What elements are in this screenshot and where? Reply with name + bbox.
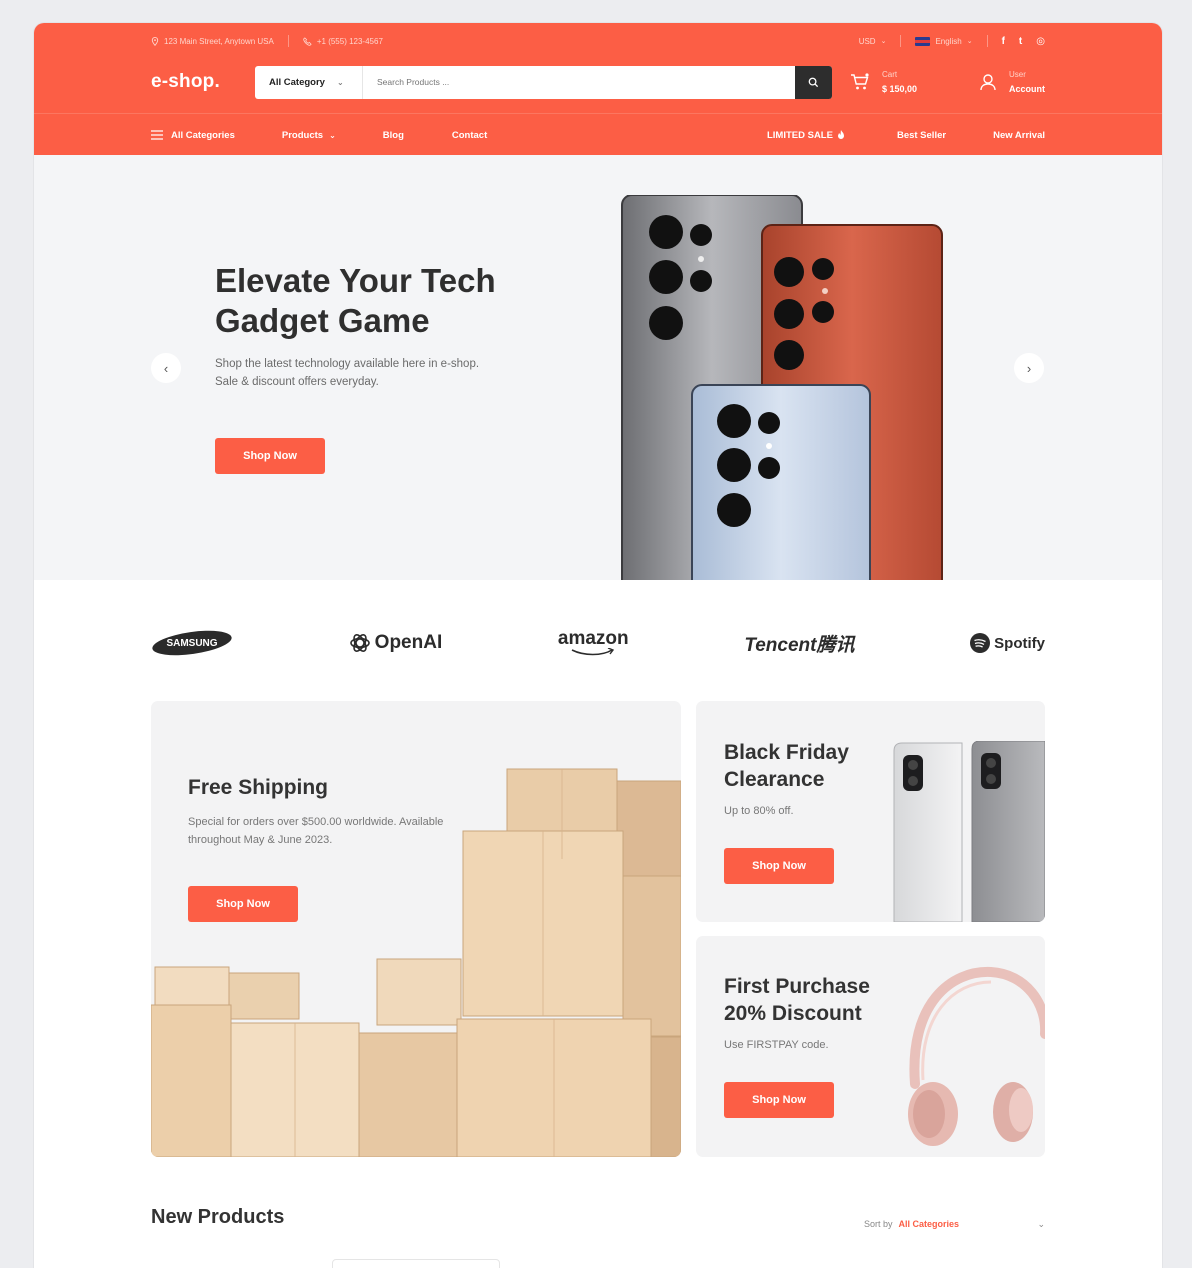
nav-contact[interactable]: Contact	[452, 130, 487, 141]
hero-prev-button[interactable]: ‹	[151, 353, 181, 383]
chevron-left-icon: ‹	[163, 360, 169, 376]
chevron-down-icon: ⌄	[1037, 1219, 1045, 1229]
page-frame: 123 Main Street, Anytown USA +1 (555) 12…	[34, 23, 1162, 1268]
search-bar: All Category ⌄	[255, 65, 832, 99]
nav-blog[interactable]: Blog	[383, 130, 404, 141]
tablets-image	[893, 741, 1045, 922]
hero-shop-now-button[interactable]: Shop Now	[215, 438, 325, 474]
smartphones-image	[621, 195, 943, 580]
language-select[interactable]: English ⌄	[915, 36, 973, 46]
hero-subtitle: Shop the latest technology available her…	[215, 358, 480, 388]
search-icon	[808, 77, 819, 87]
currency-select[interactable]: USD ⌄	[859, 37, 887, 46]
nav-all-categories[interactable]: All Categories	[151, 130, 235, 141]
sort-by-label: Sort by	[864, 1219, 893, 1229]
category-select-value: All Category	[269, 76, 325, 88]
fire-icon	[837, 130, 844, 139]
samsung-logo-icon: SAMSUNG	[152, 630, 232, 656]
cart-label: Cart	[882, 70, 898, 79]
free-shipping-desc: Special for orders over $500.00 worldwid…	[188, 816, 444, 846]
black-friday-card: Black Friday Clearance Up to 80% off. Sh…	[696, 701, 1045, 922]
user-label: User	[1009, 70, 1026, 79]
chevron-down-icon: ⌄	[329, 130, 336, 140]
brand-strip: SAMSUNG OpenAI amazon Tencent腾讯 Spotify	[151, 623, 1045, 663]
openai-logo-icon	[349, 634, 370, 652]
brand-amazon[interactable]: amazon	[557, 628, 629, 656]
black-friday-desc: Up to 80% off.	[724, 805, 794, 817]
brand-samsung[interactable]: SAMSUNG	[151, 629, 233, 657]
nav-limited-sale-label: LIMITED SALE	[766, 129, 833, 141]
brand-openai-text: OpenAI	[374, 632, 443, 653]
uk-flag-icon	[915, 36, 931, 46]
main-bar: e-shop. All Category ⌄ Cart $ 150,00	[151, 65, 1045, 99]
phone-icon	[303, 36, 312, 46]
address-item: 123 Main Street, Anytown USA	[151, 36, 274, 46]
nav-bar: All Categories Products ⌄ Blog Contact L…	[34, 113, 1162, 155]
brand-openai[interactable]: OpenAI	[349, 632, 443, 654]
free-shipping-title: Free Shipping	[188, 776, 329, 799]
language-value: English	[935, 36, 962, 46]
search-input[interactable]	[363, 65, 795, 99]
hero-title: Elevate Your Tech Gadget Game	[215, 262, 496, 339]
top-bar: 123 Main Street, Anytown USA +1 (555) 12…	[151, 33, 1045, 49]
brand-tencent[interactable]: Tencent腾讯	[744, 630, 854, 657]
location-pin-icon	[151, 36, 159, 46]
chevron-right-icon: ›	[1026, 360, 1032, 376]
first-purchase-shop-now-button[interactable]: Shop Now	[724, 1082, 834, 1118]
search-button[interactable]	[795, 65, 832, 99]
free-shipping-shop-now-button[interactable]: Shop Now	[188, 886, 298, 922]
cardboard-boxes-image	[151, 768, 681, 1157]
brand-amazon-text: amazon	[557, 628, 629, 649]
nav-products[interactable]: Products ⌄	[282, 130, 336, 141]
black-friday-title: Black Friday Clearance	[724, 741, 849, 791]
first-purchase-title: First Purchase 20% Discount	[724, 975, 870, 1025]
brand-samsung-text: SAMSUNG	[166, 638, 217, 649]
amazon-smile-icon	[571, 648, 615, 656]
sort-by-value: All Categories	[898, 1219, 960, 1229]
nav-best-seller[interactable]: Best Seller	[897, 130, 946, 141]
first-purchase-desc: Use FIRSTPAY code.	[724, 1039, 829, 1051]
twitter-icon[interactable]: t	[1019, 36, 1022, 47]
nav-new-arrival[interactable]: New Arrival	[993, 130, 1045, 141]
phone-text: +1 (555) 123-4567	[316, 36, 383, 46]
new-products-heading: New Products	[151, 1206, 285, 1228]
hero-banner: Elevate Your Tech Gadget Game Shop the l…	[34, 155, 1162, 580]
category-tab-stub[interactable]	[332, 1259, 500, 1268]
cart-icon	[851, 73, 869, 90]
first-purchase-card: First Purchase 20% Discount Use FIRSTPAY…	[696, 936, 1045, 1157]
site-header: 123 Main Street, Anytown USA +1 (555) 12…	[34, 23, 1162, 155]
chevron-down-icon: ⌄	[966, 38, 973, 45]
address-text: 123 Main Street, Anytown USA	[164, 36, 274, 46]
account-label: Account	[1009, 84, 1045, 94]
phone-item[interactable]: +1 (555) 123-4567	[303, 37, 383, 46]
cart-amount: $ 150,00	[882, 84, 918, 94]
user-icon	[980, 74, 996, 91]
nav-all-categories-label: All Categories	[171, 129, 235, 141]
nav-products-label: Products	[281, 129, 324, 141]
brand-tencent-text: Tencent腾讯	[744, 634, 855, 656]
chevron-down-icon: ⌄	[336, 77, 344, 87]
brand-spotify[interactable]: Spotify	[970, 633, 1045, 653]
currency-value: USD	[858, 36, 876, 46]
nav-limited-sale[interactable]: LIMITED SALE	[767, 130, 845, 141]
sort-by-select[interactable]: Sort by All Categories ⌄	[864, 1219, 1045, 1230]
brand-spotify-text: Spotify	[994, 634, 1045, 652]
hero-next-button[interactable]: ›	[1014, 353, 1044, 383]
category-select[interactable]: All Category ⌄	[255, 65, 363, 99]
site-logo[interactable]: e-shop.	[151, 71, 255, 93]
instagram-icon[interactable]: ◎	[1036, 36, 1045, 47]
cart-button[interactable]: Cart $ 150,00	[850, 68, 917, 96]
menu-icon	[151, 130, 163, 140]
black-friday-shop-now-button[interactable]: Shop Now	[724, 848, 834, 884]
facebook-icon[interactable]: f	[1002, 36, 1005, 47]
account-button[interactable]: User Account	[979, 68, 1045, 96]
headphones-image	[908, 966, 1045, 1146]
free-shipping-card: Free Shipping Special for orders over $5…	[151, 701, 681, 1157]
chevron-down-icon: ⌄	[880, 38, 887, 45]
spotify-logo-icon	[970, 633, 991, 653]
